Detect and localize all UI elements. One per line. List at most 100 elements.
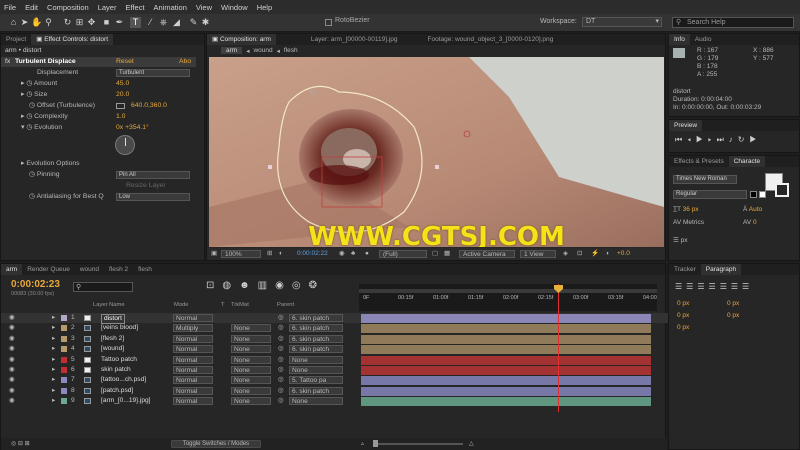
layer-duration-bar[interactable] [361,334,651,344]
justify-right-icon[interactable]: ☰ [731,282,742,291]
parent-pickwhip-icon[interactable]: ◎ [278,375,284,385]
view-layout-select[interactable]: 1 View [520,250,556,258]
menu-file[interactable]: File [4,3,16,12]
indent-right[interactable]: 0 px [727,300,739,307]
roto-brush-tool-icon[interactable]: ✎ [188,17,199,28]
label-color-swatch[interactable] [61,315,67,321]
loop-icon[interactable]: ↻ [738,135,750,144]
puppet-tool-icon[interactable]: ✱ [200,17,211,28]
layer-duration-bar[interactable] [361,376,651,386]
layer-mode-select[interactable]: Normal [173,397,213,406]
menu-layer[interactable]: Layer [98,3,117,12]
stopwatch-icon[interactable]: ◷ [26,113,34,120]
toggle-switches-modes-button[interactable]: Toggle Switches / Modes [171,440,261,448]
draft-3d-icon[interactable]: ◍ [222,280,239,291]
brainstorm-icon[interactable]: ❂ [309,280,325,291]
label-color-swatch[interactable] [61,346,67,353]
layer-mode-select[interactable]: Normal [173,355,213,364]
layer-name[interactable]: [patch.psd] [101,386,133,396]
parent-pickwhip-icon[interactable]: ◎ [278,323,284,333]
layer-duration-bar[interactable] [361,355,651,365]
align-center-icon[interactable]: ☰ [686,282,697,291]
about-link[interactable]: Abo [179,57,191,67]
expand-arrow-icon[interactable]: ▸ [52,344,55,354]
tab-footage[interactable]: Footage: wound_object_3_[0000-0120].png [423,34,559,45]
breadcrumb-wound[interactable]: wound [253,47,272,54]
layer-duration-bar[interactable] [361,314,651,323]
parent-pickwhip-icon[interactable]: ◎ [278,386,284,396]
parent-pickwhip-icon[interactable]: ◎ [278,365,284,375]
font-family-select[interactable]: Times New Roman [673,175,737,184]
menu-effect[interactable]: Effect [125,3,144,12]
parent-pickwhip-icon[interactable]: ◎ [278,344,284,354]
brush-tool-icon[interactable]: ⁄ [145,17,156,28]
layer-name[interactable]: [flesh 2] [101,334,124,344]
label-color-swatch[interactable] [61,356,67,363]
eye-icon[interactable]: ◉ [9,386,15,396]
expand-arrow-icon[interactable]: ▸ [52,323,55,333]
font-size-row[interactable]: T̲T 36 px [673,206,699,213]
label-color-swatch[interactable] [61,398,67,405]
layer-name[interactable]: [wound] [101,344,124,354]
tab-render-queue[interactable]: Render Queue [22,264,75,275]
eye-icon[interactable]: ◉ [9,323,15,333]
amount-value[interactable]: 45.0 [116,79,129,89]
eye-icon[interactable]: ◉ [9,344,15,354]
layer-trkmat-select[interactable]: None [231,355,271,364]
space-before[interactable]: 0 px [677,312,689,319]
font-style-select[interactable]: Regular [673,190,747,199]
layer-trkmat-select[interactable]: None [231,334,271,343]
menu-help[interactable]: Help [257,3,272,12]
playhead-line[interactable] [558,284,559,412]
tab-effect-controls[interactable]: ▣ Effect Controls: distort [31,34,114,45]
prev-frame-icon[interactable]: ◂ [687,135,696,144]
layer-name[interactable]: Tattoo patch [101,355,137,365]
workspace-select[interactable]: DT ▾ [582,17,662,27]
eye-icon[interactable]: ◉ [9,313,15,323]
zoom-out-icon[interactable]: ▵ [361,438,364,450]
tab-timeline-arm[interactable]: arm [1,264,23,275]
layer-parent-select[interactable]: 6. skin patch [289,334,343,343]
parent-pickwhip-icon[interactable]: ◎ [278,355,284,365]
offset-value[interactable]: 640.0,360.0 [131,101,167,111]
tab-character[interactable]: Characte [728,156,766,167]
expand-arrow-icon[interactable]: ▸ [52,334,55,344]
frame-blend-icon[interactable]: ▥ [258,280,275,291]
layer-name[interactable]: skin patch [101,365,131,375]
current-time[interactable]: 0:00:02:22 [297,248,328,260]
time-ruler[interactable]: 0F 00:15f 01:00f 01:15f 02:00f 02:15f 03:00f 03… [359,284,657,311]
home-icon[interactable]: ⌂ [8,17,19,28]
layer-duration-bar[interactable] [361,386,651,396]
evolution-dial[interactable] [115,135,135,155]
layer-parent-select[interactable]: None [289,355,343,364]
region-icon[interactable]: ▢ [432,248,438,260]
layer-parent-select[interactable]: 6. skin patch [289,324,343,333]
black-swatch[interactable] [750,191,757,198]
eye-icon[interactable]: ◉ [9,355,15,365]
transparency-grid-icon[interactable]: ▦ [444,248,450,260]
comp-flowchart-icon[interactable]: ⊡ [206,280,222,291]
layer-trkmat-select[interactable]: None [231,345,271,354]
stopwatch-icon[interactable]: ◷ [26,91,34,98]
layer-duration-bar[interactable] [361,324,651,334]
zoom-tool-icon[interactable]: ⚲ [43,17,54,28]
space-after[interactable]: 0 px [727,312,739,319]
layer-search-input[interactable]: ⚲ [73,282,133,292]
layer-duration-bar[interactable] [361,366,651,375]
label-color-swatch[interactable] [61,335,67,342]
menu-view[interactable]: View [196,3,212,12]
menu-animation[interactable]: Animation [154,3,187,12]
toggle-icon[interactable]: ◎ ⊟ ⊞ [11,438,30,450]
tab-timeline-flesh2[interactable]: flesh 2 [104,264,133,275]
eye-icon[interactable]: ◉ [9,365,15,375]
layer-parent-select[interactable]: None [289,366,343,374]
stopwatch-icon[interactable]: ◷ [26,124,34,131]
tab-info[interactable]: Info [669,34,690,45]
layer-mode-select[interactable]: Normal [173,345,213,354]
parent-pickwhip-icon[interactable]: ◎ [278,334,284,344]
grid-icon[interactable]: ⊞ [267,248,272,260]
rotate-tool-icon[interactable]: ↻ [62,17,73,28]
breadcrumb-arm[interactable]: arm [221,47,243,54]
stopwatch-icon[interactable]: ◷ [26,80,33,87]
timeline-zoom-slider[interactable] [373,440,463,447]
